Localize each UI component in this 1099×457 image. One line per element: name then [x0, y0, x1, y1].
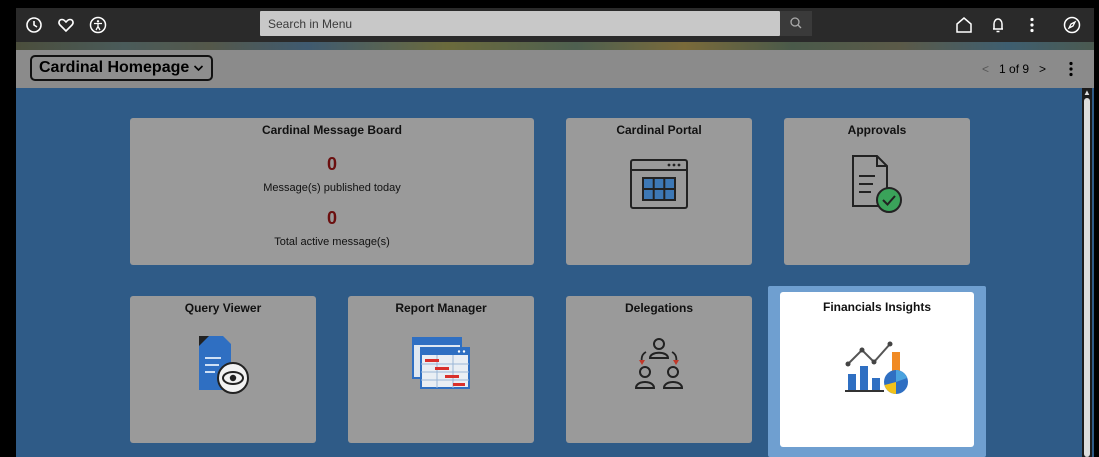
tile-title: Delegations — [624, 301, 693, 315]
scroll-up-arrow[interactable]: ▲ — [1083, 88, 1091, 97]
next-page-icon[interactable]: > — [1039, 62, 1046, 76]
search-placeholder: Search in Menu — [268, 17, 353, 31]
page-indicator: 1 of 9 — [999, 62, 1030, 76]
app-window: Search in Menu Cardinal Homepage < 1 of … — [16, 8, 1094, 457]
tile-financials-insights[interactable]: Financials Insights — [780, 292, 974, 447]
tile-title: Report Manager — [395, 301, 487, 315]
tile-title: Cardinal Message Board — [261, 123, 403, 137]
tile-title: Approvals — [847, 123, 907, 137]
scrollbar-thumb[interactable] — [1084, 98, 1090, 457]
tile-title: Financials Insights — [822, 300, 932, 314]
tile-title: Cardinal Portal — [616, 123, 702, 137]
search-icon — [790, 17, 802, 29]
approval-document-icon — [852, 155, 902, 213]
tile-cardinal-message-board[interactable]: Cardinal Message Board 0 Message(s) publ… — [130, 118, 534, 265]
portal-window-icon — [630, 159, 688, 209]
active-messages-count: 0 — [326, 208, 337, 228]
page-pager: < 1 of 9 > — [982, 62, 1046, 76]
top-navbar: Search in Menu — [16, 8, 1094, 42]
query-viewer-icon — [199, 336, 249, 394]
messages-published-label: Message(s) published today — [263, 182, 401, 194]
accessibility-icon[interactable] — [88, 15, 108, 35]
homepage-title: Cardinal Homepage — [39, 59, 190, 76]
tile-title: Query Viewer — [184, 301, 262, 315]
search-input[interactable]: Search in Menu — [260, 11, 780, 36]
favorites-icon[interactable] — [56, 15, 76, 35]
tile-delegations[interactable]: Delegations — [566, 296, 752, 443]
report-manager-icon — [412, 337, 470, 389]
tile-report-manager[interactable]: Report Manager — [348, 296, 534, 443]
homepage-selector[interactable]: Cardinal Homepage — [30, 55, 214, 81]
home-icon[interactable] — [954, 15, 974, 35]
previous-page-icon[interactable]: < — [982, 62, 989, 76]
chevron-down-icon — [194, 65, 204, 72]
recent-history-icon[interactable] — [24, 15, 44, 35]
tile-cardinal-portal[interactable]: Cardinal Portal — [566, 118, 752, 265]
search-button[interactable] — [780, 11, 812, 36]
financial-insights-chart-icon — [845, 341, 908, 394]
page-options-icon[interactable] — [1068, 61, 1074, 77]
delegations-people-icon — [634, 338, 684, 389]
homepage-header: Cardinal Homepage < 1 of 9 > — [16, 50, 1094, 88]
tile-query-viewer[interactable]: Query Viewer — [130, 296, 316, 443]
actions-menu-icon[interactable] — [1022, 15, 1042, 35]
notifications-icon[interactable] — [988, 15, 1008, 35]
navigator-icon[interactable] — [1062, 15, 1082, 35]
decorative-banner — [16, 42, 1094, 50]
messages-published-count: 0 — [326, 154, 337, 174]
tile-approvals[interactable]: Approvals — [784, 118, 970, 265]
active-messages-label: Total active message(s) — [274, 236, 390, 248]
